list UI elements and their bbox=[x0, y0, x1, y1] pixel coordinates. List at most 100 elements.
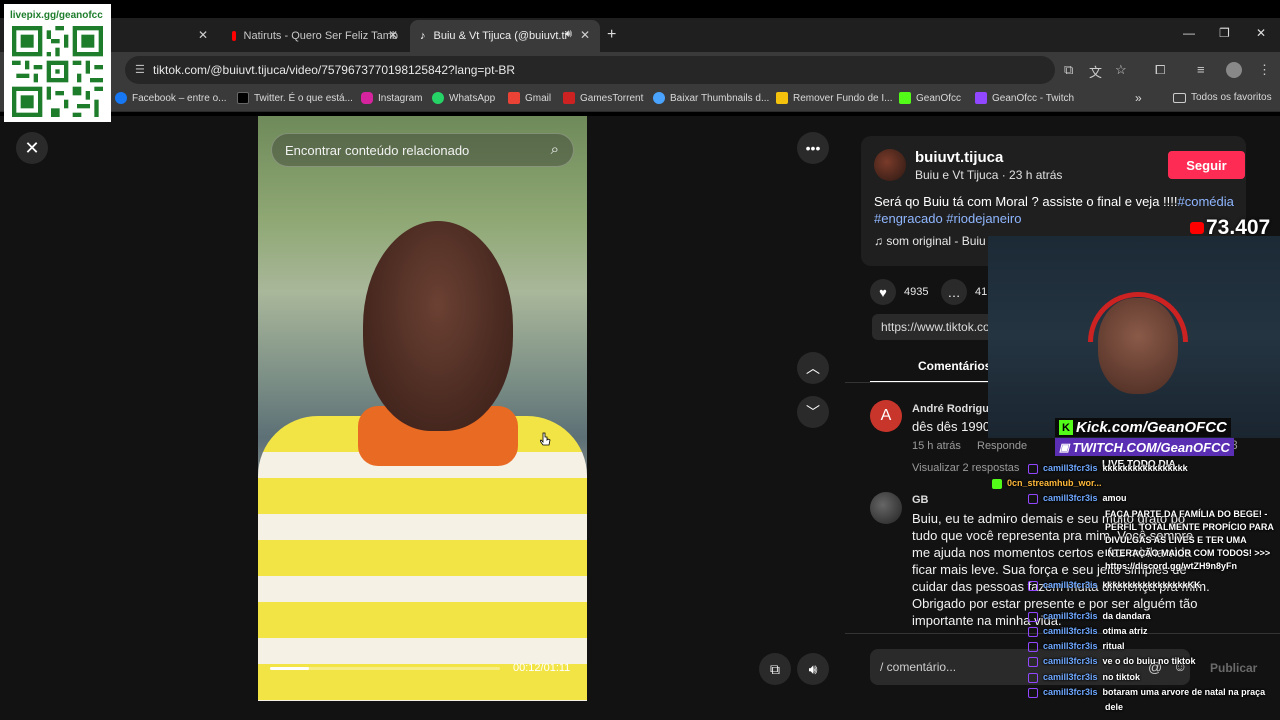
screen: ✕ Natiruts - Quero Ser Feliz Tamb ✕ ♪ Bu… bbox=[0, 0, 1280, 720]
avatar[interactable]: A bbox=[870, 400, 902, 432]
share-link-field[interactable]: https://www.tiktok.co bbox=[872, 314, 1002, 340]
tab-comments[interactable]: Comentários bbox=[918, 359, 991, 373]
video-progress-fill bbox=[270, 667, 310, 670]
follow-button[interactable]: Seguir bbox=[1168, 151, 1245, 179]
bookmark-instagram[interactable]: Instagram bbox=[361, 92, 422, 104]
comment-author[interactable]: André Rodrigu bbox=[912, 403, 989, 415]
search-placeholder: Encontrar conteúdo relacionado bbox=[285, 142, 470, 158]
close-icon[interactable]: ✕ bbox=[198, 28, 208, 42]
twitch-badge-icon bbox=[1028, 688, 1038, 698]
media-icon[interactable]: ≡ bbox=[1197, 62, 1205, 77]
youtube-icon bbox=[1190, 222, 1204, 234]
chat-message-tail: dele bbox=[1105, 702, 1124, 712]
tab-tiktok[interactable]: ♪ Buiu & Vt Tijuca (@buiuvt.ti 🔊︎ ✕ bbox=[410, 20, 600, 52]
related-search-input[interactable]: Encontrar conteúdo relacionado ⌕ bbox=[271, 133, 574, 167]
next-video-button[interactable]: ﹀ bbox=[797, 396, 829, 428]
chat-username: camill3fcr3is bbox=[1043, 611, 1098, 621]
chat-message: camill3fcr3is no tiktok bbox=[1028, 672, 1140, 683]
new-tab-icon[interactable]: + bbox=[607, 26, 616, 44]
more-options-button[interactable]: ••• bbox=[797, 132, 829, 164]
x-icon bbox=[237, 92, 249, 104]
pip-button[interactable]: ⧉ bbox=[759, 653, 791, 685]
author-username[interactable]: buiuvt.tijuca bbox=[915, 149, 1003, 166]
qr-code-icon bbox=[12, 26, 103, 117]
remove-bg-icon bbox=[776, 92, 788, 104]
hashtag-link[interactable]: #comédia bbox=[1177, 194, 1233, 209]
all-bookmarks[interactable]: Todos os favoritos bbox=[1173, 92, 1272, 103]
chat-text: kkkkkkkkkkkkkkkkk bbox=[1102, 463, 1188, 473]
chat-text: amou bbox=[1102, 493, 1127, 503]
profile-avatar[interactable] bbox=[1226, 62, 1242, 78]
comment-stat[interactable]: … 41 bbox=[941, 279, 987, 305]
mouse-cursor-icon bbox=[540, 432, 551, 446]
bookmark-whatsapp[interactable]: WhatsApp bbox=[432, 92, 495, 104]
tiktok-icon: ♪ bbox=[420, 30, 426, 42]
twitch-badge-icon bbox=[1028, 464, 1038, 474]
comment-text: dês dês 1990 bbox=[912, 419, 991, 434]
previous-video-button[interactable]: ︿ bbox=[797, 352, 829, 384]
chat-username: camill3fcr3is bbox=[1043, 580, 1098, 590]
chat-username: camill3fcr3is bbox=[1043, 672, 1098, 682]
search-icon[interactable]: ⌕ bbox=[551, 141, 559, 158]
bookmark-twitch[interactable]: GeanOfcc - Twitch bbox=[975, 92, 1074, 104]
youtube-icon bbox=[232, 31, 236, 41]
bookmark-remove-bg[interactable]: Remover Fundo de I... bbox=[776, 92, 893, 104]
view-replies-button[interactable]: Visualizar 2 respostas bbox=[912, 462, 1019, 474]
chat-username: camill3fcr3is bbox=[1043, 641, 1098, 651]
translate-icon[interactable]: 文 bbox=[1089, 62, 1102, 81]
close-icon[interactable]: ✕ bbox=[388, 28, 398, 42]
window-close-icon[interactable]: ✕ bbox=[1256, 26, 1266, 40]
tab-blank[interactable]: ✕ bbox=[115, 20, 218, 52]
bookmark-kick[interactable]: GeanOfcc bbox=[899, 92, 961, 104]
bookmark-facebook[interactable]: Facebook – entre o... bbox=[115, 92, 227, 104]
reply-button[interactable]: Responde bbox=[977, 440, 1027, 452]
extensions-icon[interactable]: ⧠ bbox=[1155, 62, 1165, 78]
install-app-icon[interactable]: ⧉ bbox=[1064, 62, 1073, 78]
close-icon[interactable]: ✕ bbox=[580, 28, 590, 42]
comment-icon: … bbox=[941, 279, 967, 305]
star-icon[interactable]: ☆ bbox=[1115, 62, 1127, 78]
menu-kebab-icon[interactable]: ⋮ bbox=[1258, 62, 1271, 78]
description-text: Será qo Buiu tá com Moral ? assiste o fi… bbox=[874, 194, 1178, 209]
chat-text: ritual bbox=[1102, 641, 1125, 651]
close-video-button[interactable]: ✕ bbox=[16, 132, 48, 164]
publish-button[interactable]: Publicar bbox=[1210, 661, 1257, 675]
chevron-right-icon[interactable]: » bbox=[1135, 91, 1142, 105]
folder-icon bbox=[1173, 92, 1186, 103]
facebook-icon bbox=[115, 92, 127, 104]
chat-username: 0cn_streamhub_wor... bbox=[1007, 478, 1102, 488]
bookmark-thumbnails[interactable]: Baixar Thumbnails d... bbox=[653, 92, 769, 104]
site-settings-icon[interactable]: ☰ bbox=[135, 63, 147, 76]
instagram-icon bbox=[361, 92, 373, 104]
sound-link[interactable]: ♫ som original - Buiu bbox=[874, 234, 986, 248]
chat-username: camill3fcr3is bbox=[1043, 463, 1098, 473]
author-subline: Buiu e Vt Tijuca · 23 h atrás bbox=[915, 168, 1063, 182]
avatar[interactable] bbox=[874, 149, 906, 181]
chat-message: camill3fcr3is ve o do buiu no tiktok bbox=[1028, 656, 1196, 667]
bookmark-gamestorrent[interactable]: GamesTorrent bbox=[563, 92, 643, 104]
speaker-icon[interactable]: 🔊︎ bbox=[565, 28, 572, 41]
twitch-badge-icon bbox=[1028, 673, 1038, 683]
chat-text: no tiktok bbox=[1102, 672, 1141, 682]
minimize-icon[interactable]: — bbox=[1183, 26, 1195, 40]
hashtag-link[interactable]: #engracado bbox=[874, 211, 943, 226]
like-stat[interactable]: ♥ 4935 bbox=[870, 279, 928, 305]
more-horizontal-icon: ••• bbox=[805, 140, 821, 156]
video-player[interactable]: Encontrar conteúdo relacionado ⌕ 00:12/0… bbox=[258, 116, 587, 701]
kick-badge-icon bbox=[992, 479, 1002, 489]
hashtag-link[interactable]: #riodejaneiro bbox=[946, 211, 1021, 226]
comment-time: 15 h atrás bbox=[912, 440, 961, 452]
avatar[interactable] bbox=[870, 492, 902, 524]
thumbnails-icon bbox=[653, 92, 665, 104]
comment-author[interactable]: GB bbox=[912, 494, 929, 506]
tab-youtube[interactable]: Natiruts - Quero Ser Feliz Tamb ✕ bbox=[222, 20, 408, 52]
chat-username: camill3fcr3is bbox=[1043, 656, 1098, 666]
url-field[interactable]: ☰ tiktok.com/@buiuvt.tijuca/video/757967… bbox=[125, 56, 1055, 84]
bookmark-gmail[interactable]: Gmail bbox=[508, 92, 551, 104]
bookmark-twitter[interactable]: Twitter. É o que está... bbox=[237, 92, 353, 104]
volume-icon: 🔊︎ bbox=[808, 660, 818, 677]
chat-username: camill3fcr3is bbox=[1043, 493, 1098, 503]
video-progress-bar[interactable] bbox=[270, 667, 500, 670]
restore-icon[interactable]: ❐ bbox=[1219, 26, 1230, 40]
volume-button[interactable]: 🔊︎ bbox=[797, 653, 829, 685]
